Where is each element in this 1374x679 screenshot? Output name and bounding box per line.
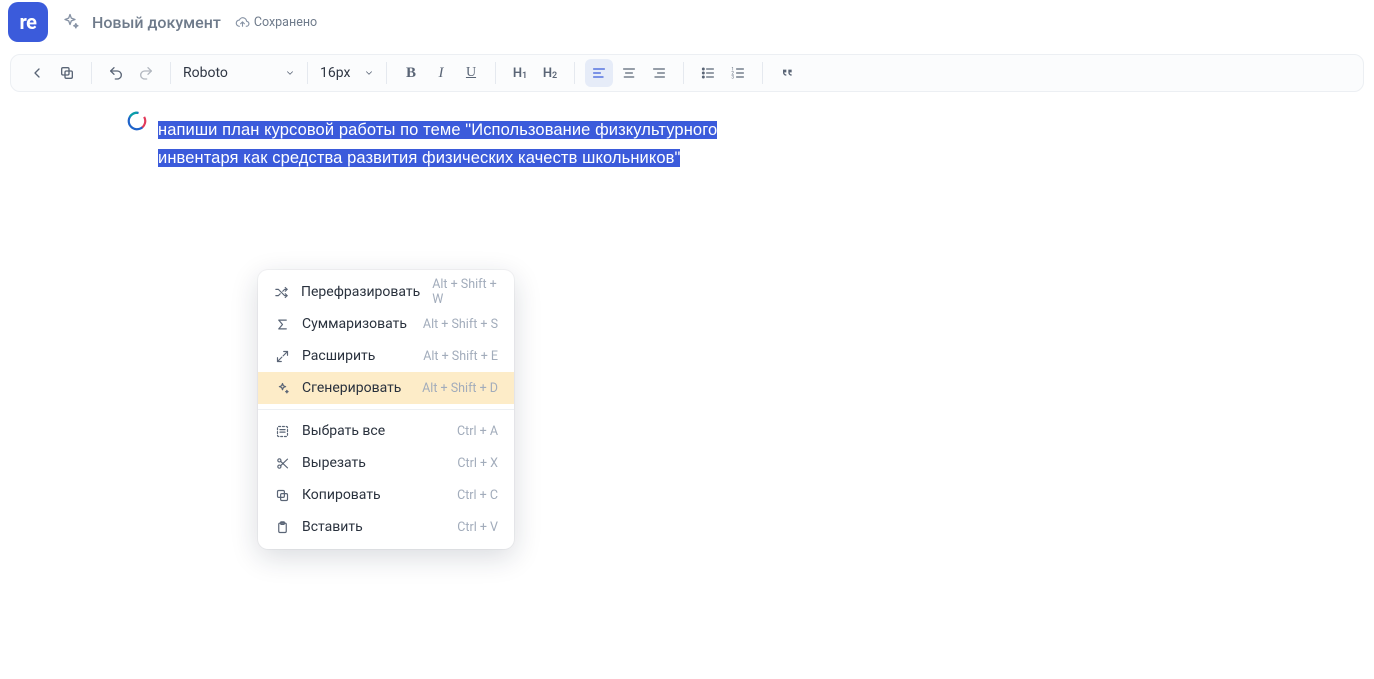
menu-item-copy[interactable]: Копировать Ctrl + C: [258, 479, 514, 511]
menu-separator: [258, 409, 514, 410]
font-family-select[interactable]: Roboto: [175, 59, 303, 87]
heading1-button[interactable]: H1: [506, 59, 534, 87]
saved-label: Сохранено: [254, 15, 317, 30]
menu-item-label: Вырезать: [302, 455, 445, 471]
document-title[interactable]: Новый документ: [92, 13, 221, 32]
document-canvas[interactable]: напиши план курсовой работы по теме "Исп…: [0, 92, 1374, 172]
cloud-upload-icon: [235, 15, 250, 30]
shuffle-icon: [274, 284, 289, 300]
menu-item-label: Вставить: [302, 519, 445, 535]
menu-item-shortcut: Ctrl + A: [457, 424, 498, 439]
paste-icon: [274, 519, 290, 535]
menu-item-label: Расширить: [302, 348, 411, 364]
back-button[interactable]: [23, 59, 51, 87]
menu-item-shuffle[interactable]: Перефразировать Alt + Shift + W: [258, 276, 514, 308]
chevron-down-icon: [364, 68, 374, 78]
italic-button[interactable]: I: [427, 59, 455, 87]
selected-text[interactable]: напиши план курсовой работы по теме "Исп…: [158, 121, 717, 167]
menu-item-cut[interactable]: Вырезать Ctrl + X: [258, 447, 514, 479]
heading2-button[interactable]: H2: [536, 59, 564, 87]
align-left-button[interactable]: [585, 59, 613, 87]
menu-item-label: Копировать: [302, 487, 445, 503]
menu-item-shortcut: Alt + Shift + S: [423, 317, 498, 332]
menu-item-expand[interactable]: Расширить Alt + Shift + E: [258, 340, 514, 372]
app-logo-text: re: [20, 10, 37, 34]
font-family-value: Roboto: [183, 65, 228, 81]
chevron-down-icon: [285, 68, 295, 78]
menu-item-label: Суммаризовать: [302, 316, 411, 332]
menu-item-shortcut: Ctrl + C: [457, 488, 498, 503]
menu-item-sparkle[interactable]: Сгенерировать Alt + Shift + D: [258, 372, 514, 404]
expand-icon: [274, 348, 290, 364]
font-size-value: 16px: [320, 65, 350, 81]
ai-ring-icon[interactable]: [126, 110, 148, 132]
copy-doc-button[interactable]: [53, 59, 81, 87]
cut-icon: [274, 455, 290, 471]
menu-item-paste[interactable]: Вставить Ctrl + V: [258, 511, 514, 543]
context-menu: ПерефразироватьAlt + Shift + WСуммаризов…: [258, 270, 514, 549]
menu-item-label: Перефразировать: [301, 284, 420, 300]
menu-item-label: Выбрать все: [302, 423, 445, 439]
sparkle-icon: [274, 380, 290, 396]
font-size-select[interactable]: 16px: [312, 59, 382, 87]
numbered-list-button[interactable]: 123: [724, 59, 752, 87]
menu-item-label: Сгенерировать: [302, 380, 410, 396]
underline-button[interactable]: U: [457, 59, 485, 87]
format-toolbar: Roboto 16px B I U H1 H2 123: [10, 54, 1364, 92]
quote-button[interactable]: [773, 59, 801, 87]
copy-icon: [274, 487, 290, 503]
header-bar: re Новый документ Сохранено: [0, 0, 1374, 44]
align-center-button[interactable]: [615, 59, 643, 87]
svg-text:3: 3: [731, 74, 734, 80]
menu-item-shortcut: Alt + Shift + W: [432, 277, 498, 307]
menu-item-shortcut: Alt + Shift + D: [422, 381, 498, 396]
sparkle-icon: [60, 12, 80, 32]
align-right-button[interactable]: [645, 59, 673, 87]
menu-item-shortcut: Ctrl + X: [457, 456, 498, 471]
menu-item-sigma[interactable]: Суммаризовать Alt + Shift + S: [258, 308, 514, 340]
menu-item-selectall[interactable]: Выбрать все Ctrl + A: [258, 415, 514, 447]
menu-item-shortcut: Alt + Shift + E: [423, 349, 498, 364]
sigma-icon: [274, 316, 290, 332]
menu-item-shortcut: Ctrl + V: [457, 520, 498, 535]
saved-indicator: Сохранено: [235, 15, 317, 30]
undo-button[interactable]: [102, 59, 130, 87]
redo-button[interactable]: [132, 59, 160, 87]
bullet-list-button[interactable]: [694, 59, 722, 87]
app-logo[interactable]: re: [8, 2, 48, 42]
selectall-icon: [274, 423, 290, 439]
bold-button[interactable]: B: [397, 59, 425, 87]
